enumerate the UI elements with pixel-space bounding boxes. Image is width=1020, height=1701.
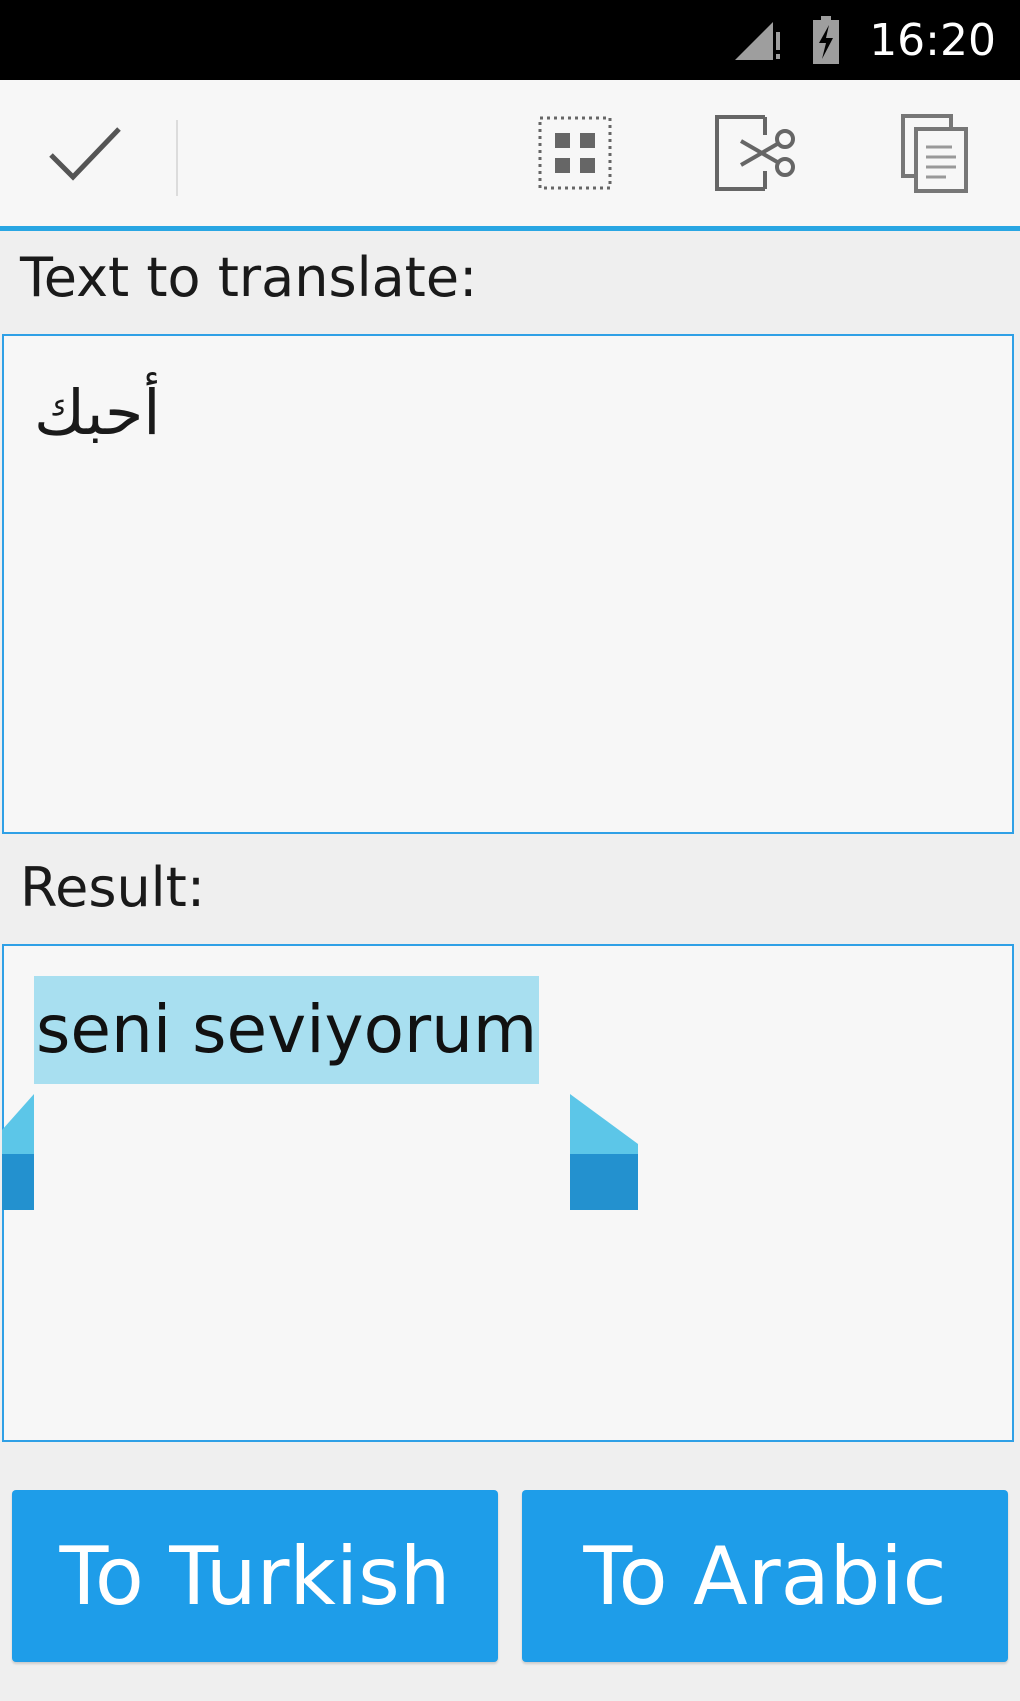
input-text: أحبك <box>34 376 161 449</box>
copy-button[interactable] <box>880 80 990 226</box>
status-bar: 16:20 <box>0 0 1020 80</box>
cut-button[interactable] <box>700 80 810 226</box>
result-label: Result: <box>20 856 206 919</box>
cut-icon <box>715 115 795 191</box>
done-button[interactable] <box>20 80 150 226</box>
result-text-selected[interactable]: seni seviyorum <box>34 976 540 1084</box>
selection-handle-right[interactable] <box>570 1094 642 1214</box>
to-turkish-button[interactable]: To Turkish <box>12 1490 498 1662</box>
selection-handle-left[interactable] <box>2 1094 38 1214</box>
select-all-button[interactable] <box>520 80 630 226</box>
text-to-translate-label: Text to translate: <box>20 246 478 309</box>
action-divider <box>176 120 178 196</box>
signal-icon <box>735 22 781 60</box>
translate-input-field[interactable]: أحبك <box>2 334 1014 834</box>
result-field[interactable]: seni seviyorum <box>2 944 1014 1442</box>
select-all-icon <box>538 116 612 190</box>
action-bar <box>0 80 1020 231</box>
clock: 16:20 <box>869 14 996 66</box>
done-icon <box>49 127 121 181</box>
status-icons: 16:20 <box>733 0 1020 80</box>
to-arabic-button[interactable]: To Arabic <box>522 1490 1008 1662</box>
battery-icon <box>813 16 840 64</box>
copy-icon <box>901 114 968 193</box>
